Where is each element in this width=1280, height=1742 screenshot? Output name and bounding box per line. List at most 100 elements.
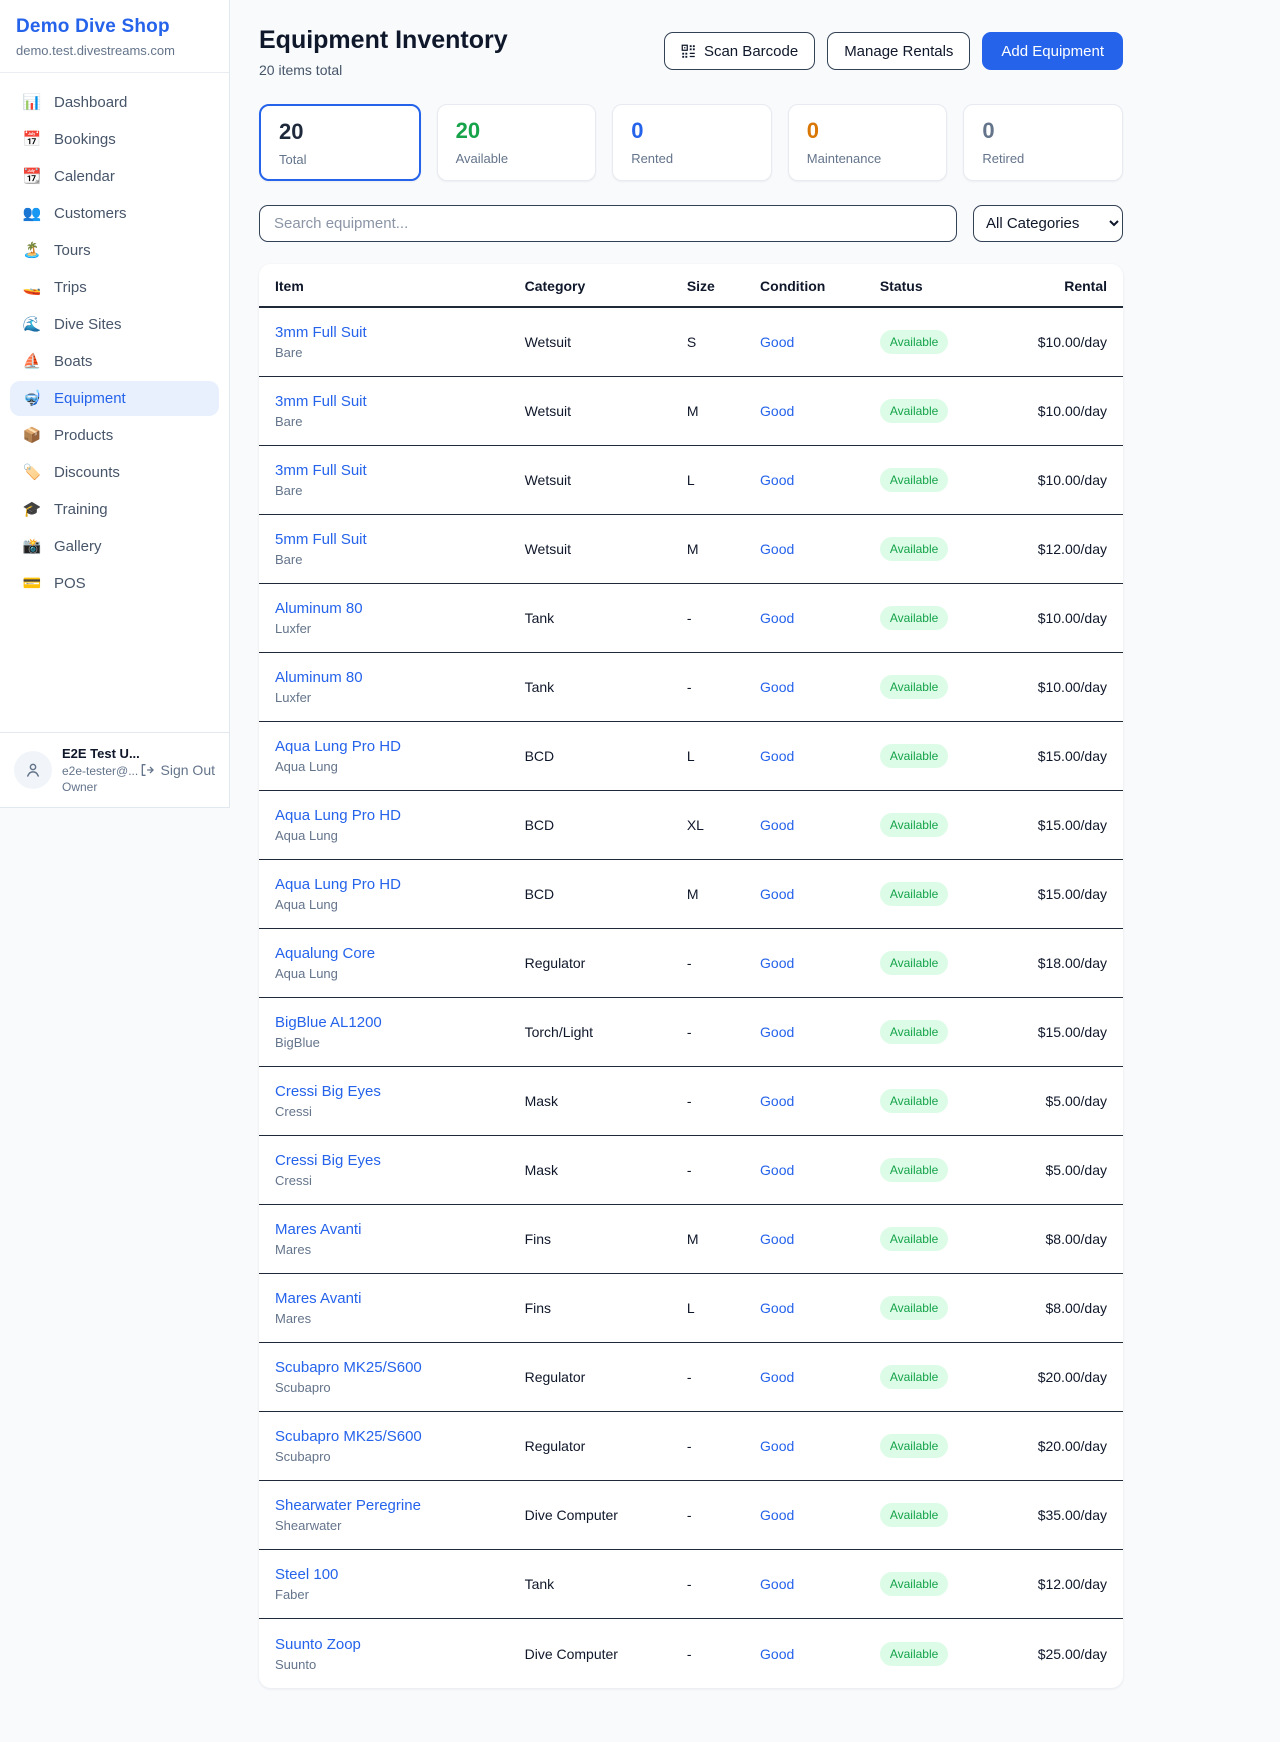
add-equipment-button[interactable]: Add Equipment <box>982 32 1123 70</box>
condition-link[interactable]: Good <box>760 1576 794 1592</box>
sidebar-item-boats[interactable]: ⛵ Boats <box>10 344 219 379</box>
calendar-date-icon: 📅 <box>22 132 42 147</box>
item-rental: $5.00/day <box>1010 1162 1107 1178</box>
credit-card-icon: 💳 <box>22 576 42 591</box>
item-brand: Cressi <box>275 1173 525 1188</box>
sidebar-item-dive-sites[interactable]: 🌊 Dive Sites <box>10 307 219 342</box>
status-badge: Available <box>880 330 948 354</box>
item-name-link[interactable]: Scubapro MK25/S600 <box>275 1359 422 1376</box>
avatar <box>14 751 52 789</box>
sidebar-item-calendar[interactable]: 📆 Calendar <box>10 159 219 194</box>
item-size: - <box>687 1507 760 1523</box>
condition-link[interactable]: Good <box>760 1231 794 1247</box>
sidebar-item-products[interactable]: 📦 Products <box>10 418 219 453</box>
condition-link[interactable]: Good <box>760 748 794 764</box>
tear-off-calendar-icon: 📆 <box>22 169 42 184</box>
condition-link[interactable]: Good <box>760 1438 794 1454</box>
condition-link[interactable]: Good <box>760 886 794 902</box>
sidebar-item-customers[interactable]: 👥 Customers <box>10 196 219 231</box>
item-name-link[interactable]: Aqualung Core <box>275 945 375 962</box>
stat-card-maintenance[interactable]: 0 Maintenance <box>788 104 948 181</box>
sailboat-icon: ⛵ <box>22 354 42 369</box>
sidebar-item-label: Equipment <box>54 390 126 407</box>
item-rental: $25.00/day <box>1010 1646 1107 1662</box>
logout-icon <box>139 762 155 778</box>
sign-out-button[interactable]: Sign Out <box>139 762 215 778</box>
sidebar-item-discounts[interactable]: 🏷️ Discounts <box>10 455 219 490</box>
condition-link[interactable]: Good <box>760 1646 794 1662</box>
item-name-link[interactable]: Aqua Lung Pro HD <box>275 738 401 755</box>
stat-card-rented[interactable]: 0 Rented <box>612 104 772 181</box>
item-name-link[interactable]: Cressi Big Eyes <box>275 1083 381 1100</box>
item-rental: $35.00/day <box>1010 1507 1107 1523</box>
condition-link[interactable]: Good <box>760 1369 794 1385</box>
sidebar-item-bookings[interactable]: 📅 Bookings <box>10 122 219 157</box>
condition-link[interactable]: Good <box>760 472 794 488</box>
stat-card-available[interactable]: 20 Available <box>437 104 597 181</box>
sidebar-item-dashboard[interactable]: 📊 Dashboard <box>10 85 219 120</box>
item-size: M <box>687 1231 760 1247</box>
item-name-link[interactable]: 3mm Full Suit <box>275 462 367 479</box>
item-name-link[interactable]: Scubapro MK25/S600 <box>275 1428 422 1445</box>
item-name-link[interactable]: BigBlue AL1200 <box>275 1014 382 1031</box>
item-name-link[interactable]: Steel 100 <box>275 1566 338 1583</box>
sidebar-item-equipment[interactable]: 🤿 Equipment <box>10 381 219 416</box>
table-row: Mares Avanti Mares Fins M Good Available… <box>259 1205 1123 1274</box>
sidebar-item-tours[interactable]: 🏝️ Tours <box>10 233 219 268</box>
user-box: E2E Test U... e2e-tester@... Owner Sign … <box>0 732 229 807</box>
stat-value: 20 <box>279 120 401 144</box>
condition-link[interactable]: Good <box>760 610 794 626</box>
item-name-link[interactable]: Mares Avanti <box>275 1290 361 1307</box>
item-size: M <box>687 886 760 902</box>
category-filter-select[interactable]: All Categories <box>973 205 1123 242</box>
condition-link[interactable]: Good <box>760 1093 794 1109</box>
condition-link[interactable]: Good <box>760 541 794 557</box>
main-content: Equipment Inventory 20 items total <box>230 0 1280 1688</box>
item-category: Regulator <box>525 955 687 971</box>
scan-barcode-button[interactable]: Scan Barcode <box>664 32 815 70</box>
item-rental: $10.00/day <box>1010 679 1107 695</box>
item-category: Tank <box>525 1576 687 1592</box>
item-name-link[interactable]: 5mm Full Suit <box>275 531 367 548</box>
stat-card-total[interactable]: 20 Total <box>259 104 421 181</box>
item-name-link[interactable]: Mares Avanti <box>275 1221 361 1238</box>
condition-link[interactable]: Good <box>760 1024 794 1040</box>
item-brand: Aqua Lung <box>275 966 525 981</box>
item-name-link[interactable]: Suunto Zoop <box>275 1636 361 1653</box>
search-input[interactable] <box>259 205 957 242</box>
item-name-link[interactable]: Aluminum 80 <box>275 669 363 686</box>
condition-link[interactable]: Good <box>760 403 794 419</box>
item-rental: $10.00/day <box>1010 610 1107 626</box>
item-brand: Mares <box>275 1242 525 1257</box>
status-badge: Available <box>880 1020 948 1044</box>
item-name-link[interactable]: Cressi Big Eyes <box>275 1152 381 1169</box>
sidebar-item-pos[interactable]: 💳 POS <box>10 566 219 601</box>
item-name-link[interactable]: Aluminum 80 <box>275 600 363 617</box>
manage-rentals-button[interactable]: Manage Rentals <box>827 32 970 70</box>
condition-link[interactable]: Good <box>760 334 794 350</box>
item-name-link[interactable]: Shearwater Peregrine <box>275 1497 421 1514</box>
item-rental: $12.00/day <box>1010 1576 1107 1592</box>
condition-link[interactable]: Good <box>760 679 794 695</box>
people-icon: 👥 <box>22 206 42 221</box>
manage-rentals-label: Manage Rentals <box>844 43 953 60</box>
column-header-status: Status <box>880 278 1010 294</box>
item-name-link[interactable]: 3mm Full Suit <box>275 393 367 410</box>
status-badge: Available <box>880 813 948 837</box>
condition-link[interactable]: Good <box>760 817 794 833</box>
stats-row: 20 Total 20 Available 0 Rented 0 Mainten… <box>259 104 1123 181</box>
sidebar-item-gallery[interactable]: 📸 Gallery <box>10 529 219 564</box>
table-row: Cressi Big Eyes Cressi Mask - Good Avail… <box>259 1067 1123 1136</box>
condition-link[interactable]: Good <box>760 1507 794 1523</box>
condition-link[interactable]: Good <box>760 1300 794 1316</box>
item-category: Fins <box>525 1300 687 1316</box>
sidebar-item-trips[interactable]: 🚤 Trips <box>10 270 219 305</box>
stat-card-retired[interactable]: 0 Retired <box>963 104 1123 181</box>
condition-link[interactable]: Good <box>760 955 794 971</box>
item-name-link[interactable]: Aqua Lung Pro HD <box>275 876 401 893</box>
item-name-link[interactable]: 3mm Full Suit <box>275 324 367 341</box>
item-category: BCD <box>525 886 687 902</box>
sidebar-item-training[interactable]: 🎓 Training <box>10 492 219 527</box>
item-name-link[interactable]: Aqua Lung Pro HD <box>275 807 401 824</box>
condition-link[interactable]: Good <box>760 1162 794 1178</box>
